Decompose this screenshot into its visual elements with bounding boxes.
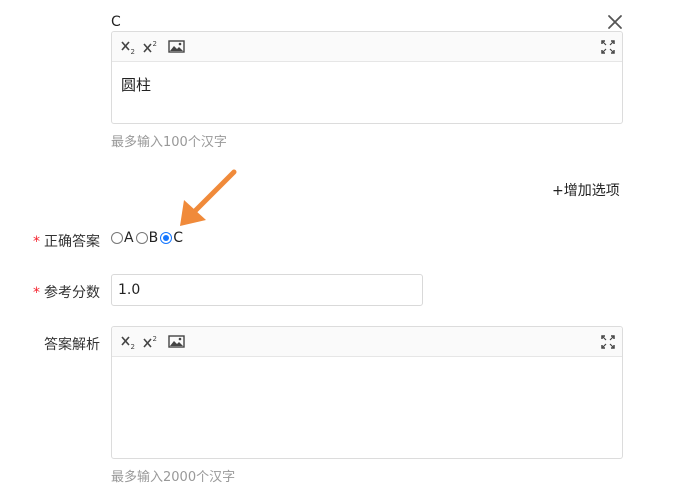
subscript-icon[interactable]: 2 [121, 334, 137, 351]
option-content[interactable]: 圆柱 [112, 62, 622, 107]
image-icon[interactable] [168, 334, 185, 350]
radio-button[interactable] [135, 232, 148, 244]
score-input[interactable] [111, 274, 423, 306]
analysis-editor[interactable]: 2 2 [111, 326, 623, 459]
add-option-button[interactable]: +增加选项 [552, 180, 620, 200]
annotation-arrow [180, 169, 237, 226]
analysis-char-limit-hint: 最多输入2000个汉字 [111, 470, 236, 485]
editor-toolbar: 2 2 [112, 32, 622, 62]
analysis-content[interactable] [112, 357, 622, 381]
svg-text:2: 2 [131, 343, 135, 350]
superscript-icon[interactable]: 2 [143, 334, 159, 350]
radio-button[interactable] [111, 232, 123, 244]
option-char-limit-hint: 最多输入100个汉字 [111, 135, 227, 150]
superscript-icon[interactable]: 2 [143, 39, 159, 55]
radio-option-b[interactable]: B [135, 230, 158, 246]
correct-answer-radio-group: A B C [111, 230, 185, 246]
fullscreen-icon[interactable] [601, 39, 615, 55]
image-icon[interactable] [168, 39, 185, 55]
option-letter: C [111, 14, 121, 30]
option-editor[interactable]: 2 2 圆柱 [111, 31, 623, 124]
svg-text:2: 2 [153, 40, 157, 48]
close-icon[interactable] [606, 13, 624, 31]
svg-text:2: 2 [131, 48, 135, 55]
svg-text:2: 2 [153, 335, 157, 343]
required-mark: * [33, 234, 40, 250]
required-mark: * [33, 285, 40, 301]
radio-option-a[interactable]: A [111, 230, 134, 246]
correct-answer-label: * 正确答案 [33, 234, 100, 250]
editor-toolbar: 2 2 [112, 327, 622, 357]
fullscreen-icon[interactable] [601, 334, 615, 350]
radio-button-checked[interactable] [160, 232, 173, 244]
analysis-label: 答案解析 [44, 337, 100, 353]
radio-option-c[interactable]: C [160, 230, 183, 246]
score-label: * 参考分数 [33, 285, 100, 301]
subscript-icon[interactable]: 2 [121, 39, 137, 56]
